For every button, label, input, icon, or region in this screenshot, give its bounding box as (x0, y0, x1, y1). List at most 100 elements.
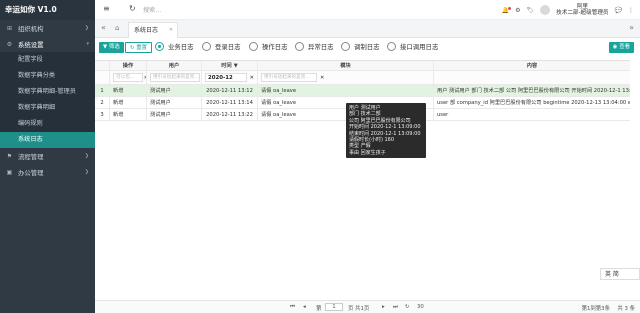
row-time: 2020-12-11 13:14 (202, 97, 258, 108)
radio-login-log[interactable]: 登录日志 (202, 42, 241, 51)
view-button[interactable]: ◉ 查看 (608, 42, 634, 53)
last-page-icon[interactable]: ⏭ (393, 304, 398, 311)
radio-circle (202, 42, 211, 51)
radio-exception-log[interactable]: 异常日志 (295, 42, 334, 51)
radio-label: 调制日志 (354, 43, 380, 51)
sidebar-item-label: 系统设置 (18, 40, 44, 49)
radio-label: 异常日志 (308, 43, 334, 51)
filter-button[interactable]: ▼ 筛选 (99, 42, 124, 53)
filter-button-label: 筛选 (108, 44, 120, 50)
radio-circle (387, 42, 396, 51)
radio-business-log[interactable]: 业务日志 (155, 42, 194, 51)
search-input[interactable]: 搜索... (143, 5, 161, 14)
filter-time-cell: 2020-12 ✕ (202, 71, 258, 84)
clear-icon[interactable]: ✕ (320, 75, 324, 81)
table-row[interactable]: 1 新增 测试用户 2020-12-11 13:12 请假 oa_leave 用… (95, 85, 630, 97)
record-range: 第1到第3条 (581, 306, 610, 312)
next-page-icon[interactable]: ▸ (382, 304, 385, 310)
page-total-label: 页 共1页 (348, 306, 370, 312)
header-module[interactable]: 模块 (258, 61, 434, 70)
row-op: 新增 (110, 97, 147, 108)
header-content[interactable]: 内容 (434, 61, 630, 70)
settings-icon[interactable]: ⚙ (515, 7, 520, 14)
close-icon[interactable]: ✕ (169, 23, 173, 38)
tab-system-log[interactable]: 系统日志 ✕ (128, 22, 178, 38)
row-module: 请假 oa_leave (258, 85, 434, 96)
sidebar-item-org[interactable]: ⊞ 组织机构 ❯ (0, 20, 95, 36)
bell-icon[interactable]: 🔔 (502, 6, 512, 14)
radio-api-log[interactable]: 接口调用日志 (387, 42, 438, 51)
sidebar-subitem-dict-detail-admin[interactable]: 数据字典明细-管理员 (0, 84, 95, 100)
refresh-icon[interactable]: ↻ (129, 4, 136, 13)
topbar-right: 🔔 ⚙ 🏷 阿里 技术二部-超级管理员 💬 ⋮ (502, 0, 634, 20)
row-time: 2020-12-11 13:12 (202, 85, 258, 96)
tag-icon[interactable]: 🏷 (527, 7, 535, 14)
sidebar-subitem-dict-detail[interactable]: 数据字典明细 (0, 100, 95, 116)
row-user: 测试用户 (147, 109, 202, 120)
language-switch[interactable]: 英 简 (600, 268, 640, 280)
home-icon[interactable]: ⌂ (115, 24, 119, 32)
header-time-label: 时间 (221, 63, 232, 69)
reset-button[interactable]: ↻ 重置 (125, 42, 153, 53)
sidebar-subitem-code-rules[interactable]: 编码规则 (0, 116, 95, 132)
radio-label: 登录日志 (215, 43, 241, 51)
flow-icon: ⚑ (6, 152, 13, 160)
filter-user-input[interactable]: 用引号括起来的是完... (150, 73, 200, 82)
filter-index (95, 71, 110, 84)
tab-label: 系统日志 (134, 27, 159, 34)
page-size[interactable]: 30 (417, 304, 424, 310)
app-title: 幸运如你 V1.0 (0, 0, 95, 20)
tab-bar: « ⌂ 系统日志 ✕ » (95, 20, 640, 38)
sidebar-item-office[interactable]: ▣ 办公管理 ❯ (0, 164, 95, 180)
sidebar-item-label: 组织机构 (18, 24, 44, 33)
row-time: 2020-12-11 13:22 (202, 109, 258, 120)
radio-debug-log[interactable]: 调制日志 (341, 42, 380, 51)
sidebar-subitem-system-log[interactable]: 系统日志 (0, 132, 95, 148)
avatar[interactable] (540, 5, 551, 15)
row-user: 测试用户 (147, 97, 202, 108)
header-user[interactable]: 用户 (147, 61, 202, 70)
page-label: 第 (316, 306, 322, 312)
row-content: 用户 测试用户 部门 技术二部 公司 阿里巴巴股份有限公司 开始时间 2020-… (437, 88, 630, 94)
tab-scroll-right-icon[interactable]: » (629, 23, 634, 32)
table-header: 操作 用户 时间 ▼ 模块 内容 (95, 61, 630, 71)
header-op[interactable]: 操作 (110, 61, 147, 70)
chevron-right-icon: ❯ (84, 153, 89, 159)
first-page-icon[interactable]: ⏮ (290, 304, 295, 311)
chat-icon[interactable]: 💬 (615, 7, 622, 14)
header-time[interactable]: 时间 ▼ (202, 61, 258, 70)
radio-label: 接口调用日志 (400, 43, 439, 51)
chevron-right-icon: ❯ (84, 25, 89, 31)
sidebar-item-label: 流程管理 (18, 152, 44, 161)
settings-submenu: 配置字段 数据字典分类 数据字典明细-管理员 数据字典明细 编码规则 系统日志 (0, 52, 95, 148)
menu-toggle-icon[interactable]: ≡ (103, 4, 110, 13)
sidebar-item-flow[interactable]: ⚑ 流程管理 ❯ (0, 148, 95, 164)
gear-icon: ⚙ (6, 40, 13, 48)
filter-module-input[interactable]: 用引号括起来的是完... (261, 73, 317, 82)
top-bar: ≡ ↻ 搜索... 🔔 ⚙ 🏷 阿里 技术二部-超级管理员 💬 ⋮ (95, 0, 640, 20)
sort-desc-icon[interactable]: ▼ (234, 63, 238, 69)
filter-user-cell: 用引号括起来的是完...✕ (147, 71, 202, 84)
clear-icon[interactable]: ✕ (250, 75, 254, 81)
radio-operation-log[interactable]: 操作日志 (249, 42, 288, 51)
prev-page-icon[interactable]: ◂ (303, 304, 306, 310)
sidebar: 幸运如你 V1.0 ⊞ 组织机构 ❯ ⚙ 系统设置 ▾ 配置字段 数据字典分类 … (0, 0, 95, 313)
sidebar-subitem-dict-category[interactable]: 数据字典分类 (0, 68, 95, 84)
page-number-input[interactable]: 1 (325, 303, 343, 311)
filter-time-input[interactable]: 2020-12 (205, 73, 247, 82)
row-index: 1 (95, 85, 110, 96)
more-icon[interactable]: ⋮ (628, 7, 634, 14)
reset-button-label: 重置 (136, 45, 148, 51)
sidebar-item-settings[interactable]: ⚙ 系统设置 ▾ (0, 36, 95, 52)
row-content: user 部 company_id 阿里巴巴股份有限公司 begintime 2… (437, 100, 630, 106)
sidebar-subitem-config-fields[interactable]: 配置字段 (0, 52, 95, 68)
user-info[interactable]: 阿里 技术二部-超级管理员 (556, 4, 608, 16)
filter-row: 可以包...✕ 用引号括起来的是完...✕ 2020-12✕ 用引号括起来的是完… (95, 71, 630, 85)
content-tooltip: 用户 测试用户 部门 技术二部 公司 阿里巴巴股份有限公司 开始时间 2020-… (346, 103, 426, 159)
filter-op-input[interactable]: 可以包...✕ (113, 73, 146, 82)
tooltip-line: 事由 回家生孩子 (349, 149, 386, 156)
chevron-down-icon: ▾ (86, 41, 89, 47)
user-role: 技术二部-超级管理员 (556, 10, 609, 16)
refresh-page-icon[interactable]: ↻ (405, 304, 410, 310)
tab-scroll-left-icon[interactable]: « (101, 23, 106, 32)
